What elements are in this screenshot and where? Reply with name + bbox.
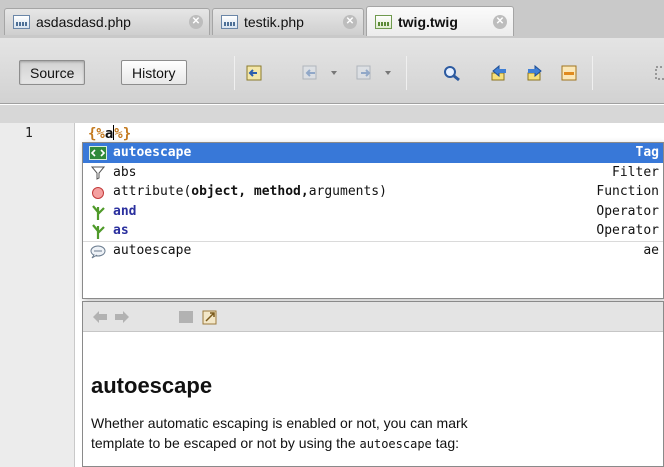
- toolbar-separator: [592, 56, 593, 90]
- back-icon[interactable]: [300, 63, 322, 83]
- source-button[interactable]: Source: [19, 60, 86, 85]
- tag-close-delimiter: %}: [114, 126, 132, 142]
- completion-item-name: autoescape: [113, 243, 192, 259]
- last-edit-icon[interactable]: [244, 63, 266, 83]
- php-file-icon: [221, 15, 238, 29]
- documentation-title: autoescape: [91, 373, 213, 398]
- completion-item[interactable]: attribute(object, method, arguments) Fun…: [83, 182, 663, 202]
- doc-back-icon[interactable]: [91, 309, 109, 325]
- completion-item-name: abs: [113, 164, 137, 180]
- php-file-icon: [13, 15, 30, 29]
- function-icon: [89, 184, 107, 200]
- completion-item[interactable]: as Operator: [83, 221, 663, 241]
- toggle-highlight-icon[interactable]: [558, 63, 580, 83]
- documentation-popup: autoescape Whether automatic escaping is…: [82, 301, 664, 467]
- completion-item-name: autoescape: [113, 145, 192, 161]
- documentation-code: autoescape: [359, 437, 432, 451]
- find-selection-icon[interactable]: [441, 63, 463, 83]
- doc-open-browser-icon[interactable]: [201, 309, 219, 325]
- documentation-text: Whether automatic escaping is enabled or…: [91, 415, 468, 431]
- completion-item-kind: Filter: [612, 164, 659, 180]
- code-completion-popup: autoescape Tag abs Filter attribute(obje…: [82, 142, 664, 299]
- completion-item[interactable]: abs Filter: [83, 163, 663, 183]
- history-button[interactable]: History: [121, 60, 187, 85]
- documentation-body: Whether automatic escaping is enabled or…: [91, 413, 661, 454]
- tab-asdasdasd-php[interactable]: asdasdasd.php ✕: [4, 8, 210, 35]
- close-tab-icon[interactable]: ✕: [343, 15, 357, 29]
- doc-forward-icon[interactable]: [113, 309, 131, 325]
- documentation-text: tag:: [431, 435, 460, 451]
- completion-item[interactable]: autoescape Tag: [83, 143, 663, 163]
- toolbar-separator: [406, 56, 407, 90]
- tag-icon: [89, 145, 107, 161]
- completion-item-name: as: [113, 223, 129, 239]
- forward-dropdown-icon[interactable]: [385, 71, 391, 75]
- line-number-gutter: [0, 123, 75, 467]
- completion-item[interactable]: autoescape ae: [83, 240, 663, 261]
- tab-testik-php[interactable]: testik.php ✕: [212, 8, 364, 35]
- completion-item-args: object, method,: [191, 184, 309, 200]
- completion-item[interactable]: and Operator: [83, 202, 663, 222]
- typed-text: a: [104, 126, 114, 142]
- line-number: 1: [25, 126, 33, 141]
- tag-open-delimiter: {%: [88, 126, 105, 142]
- code-line[interactable]: {%a%}: [88, 125, 131, 142]
- editor-tab-bar: asdasdasd.php ✕ testik.php ✕ twig.twig ✕: [0, 0, 664, 38]
- completion-item-kind: Operator: [596, 223, 659, 239]
- completion-item-kind: Function: [596, 184, 659, 200]
- completion-item-name: attribute(: [113, 184, 192, 200]
- back-dropdown-icon[interactable]: [331, 71, 337, 75]
- tab-label: twig.twig: [398, 13, 458, 30]
- completion-item-kind: Tag: [635, 145, 659, 161]
- close-tab-icon[interactable]: ✕: [189, 15, 203, 29]
- tab-label: testik.php: [244, 14, 304, 30]
- completion-item-kind: ae: [643, 243, 659, 259]
- documentation-toolbar: [83, 302, 663, 332]
- find-previous-icon[interactable]: [488, 63, 510, 83]
- rectangular-selection-icon[interactable]: [650, 63, 664, 83]
- completion-item-name: and: [113, 203, 137, 219]
- editor-toolbar: Source History: [0, 38, 664, 104]
- documentation-text: template to be escaped or not by using t…: [91, 435, 360, 451]
- doc-source-icon[interactable]: [177, 309, 195, 325]
- close-tab-icon[interactable]: ✕: [493, 14, 507, 29]
- find-next-icon[interactable]: [524, 63, 546, 83]
- operator-icon: [89, 204, 107, 220]
- twig-file-icon: [375, 14, 392, 29]
- code-template-icon: [89, 244, 107, 260]
- editor-header-strip: [0, 105, 664, 123]
- toolbar-separator: [234, 56, 235, 90]
- tab-twig-twig[interactable]: twig.twig ✕: [366, 6, 514, 36]
- forward-icon[interactable]: [354, 63, 376, 83]
- filter-icon: [89, 165, 107, 181]
- operator-icon: [89, 223, 107, 239]
- tab-label: asdasdasd.php: [36, 14, 131, 30]
- completion-item-args-rest: arguments): [308, 184, 387, 200]
- completion-item-kind: Operator: [596, 203, 659, 219]
